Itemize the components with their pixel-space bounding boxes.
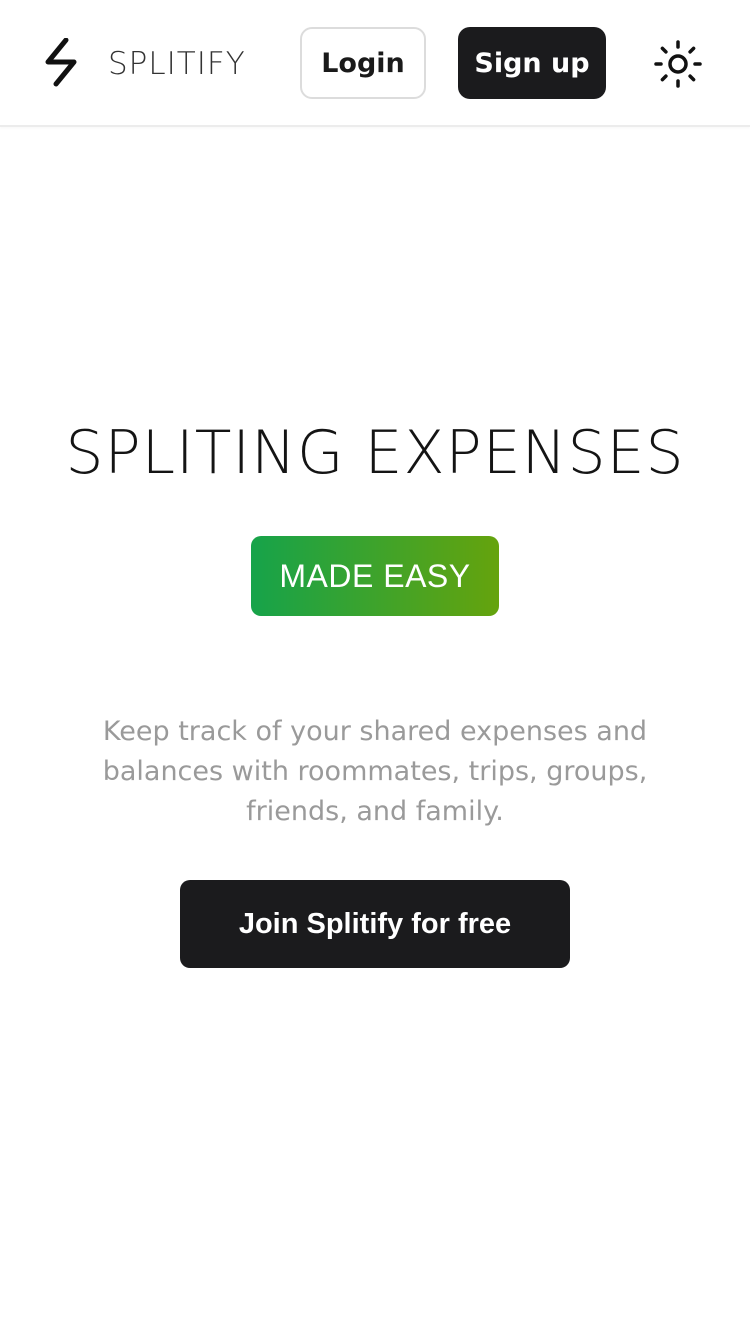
top-navbar: SPLITIFY Login Sign up — [0, 0, 750, 127]
join-free-button[interactable]: Join Splitify for free — [180, 880, 570, 968]
login-button[interactable]: Login — [300, 27, 426, 99]
made-easy-badge: MADE EASY — [251, 536, 499, 616]
hero-title: SPLITING EXPENSES — [65, 418, 685, 488]
brand-name: SPLITIFY — [108, 46, 246, 82]
sun-icon — [654, 40, 702, 88]
theme-toggle-button[interactable] — [654, 40, 702, 88]
signup-button[interactable]: Sign up — [458, 27, 606, 99]
brand[interactable]: SPLITIFY — [40, 38, 246, 90]
hero-description: Keep track of your shared expenses and b… — [102, 716, 648, 827]
lightning-bolt-icon — [45, 38, 77, 87]
